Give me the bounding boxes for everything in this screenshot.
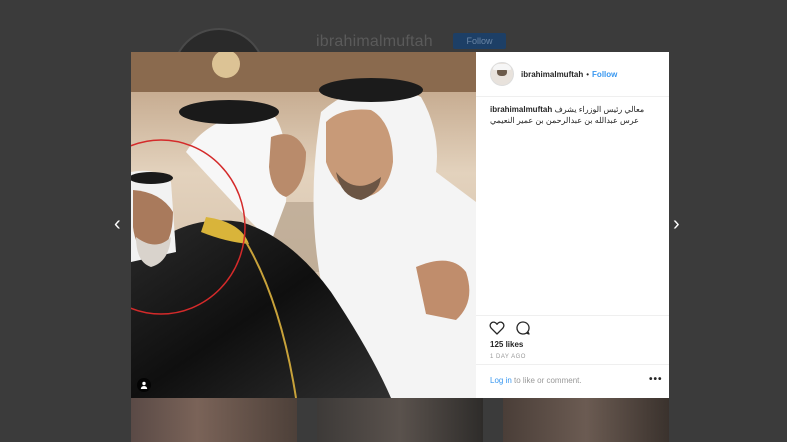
background-thumbnail	[317, 398, 483, 442]
post-photo	[131, 52, 476, 398]
login-prompt-text: to like or comment.	[511, 376, 582, 385]
background-follow-button: Follow	[453, 33, 506, 49]
post-modal: ibrahimalmuftah • Follow ibrahimalmuftah…	[131, 52, 669, 398]
next-post-arrow[interactable]: ›	[673, 214, 680, 234]
caption-username[interactable]: ibrahimalmuftah	[490, 105, 552, 114]
follow-button[interactable]: Follow	[592, 70, 617, 79]
post-timestamp: 1 DAY AGO	[490, 354, 526, 360]
likes-count[interactable]: 125 likes	[490, 340, 523, 349]
login-link[interactable]: Log in	[490, 376, 512, 385]
action-icons	[489, 320, 531, 336]
post-username[interactable]: ibrahimalmuftah	[521, 70, 583, 79]
avatar[interactable]	[490, 62, 514, 86]
background-thumbnail-grid	[131, 398, 669, 442]
background-thumbnail	[131, 398, 297, 442]
post-details-panel: ibrahimalmuftah • Follow ibrahimalmuftah…	[476, 52, 669, 398]
background-username: ibrahimalmuftah	[316, 33, 433, 50]
post-photo-illustration	[131, 52, 476, 398]
user-tag-icon[interactable]	[137, 378, 151, 392]
post-header: ibrahimalmuftah • Follow	[476, 52, 669, 97]
heart-icon[interactable]	[489, 320, 505, 336]
previous-post-arrow[interactable]: ‹	[114, 214, 121, 234]
login-prompt: Log in to like or comment.	[490, 376, 582, 385]
separator-dot: •	[586, 69, 590, 79]
post-caption: ibrahimalmuftah معالي رئيس الوزراء يشرف …	[490, 104, 660, 126]
more-options-button[interactable]: •••	[649, 374, 663, 385]
comment-icon[interactable]	[515, 320, 531, 336]
actions-divider	[476, 315, 669, 316]
background-thumbnail	[503, 398, 669, 442]
